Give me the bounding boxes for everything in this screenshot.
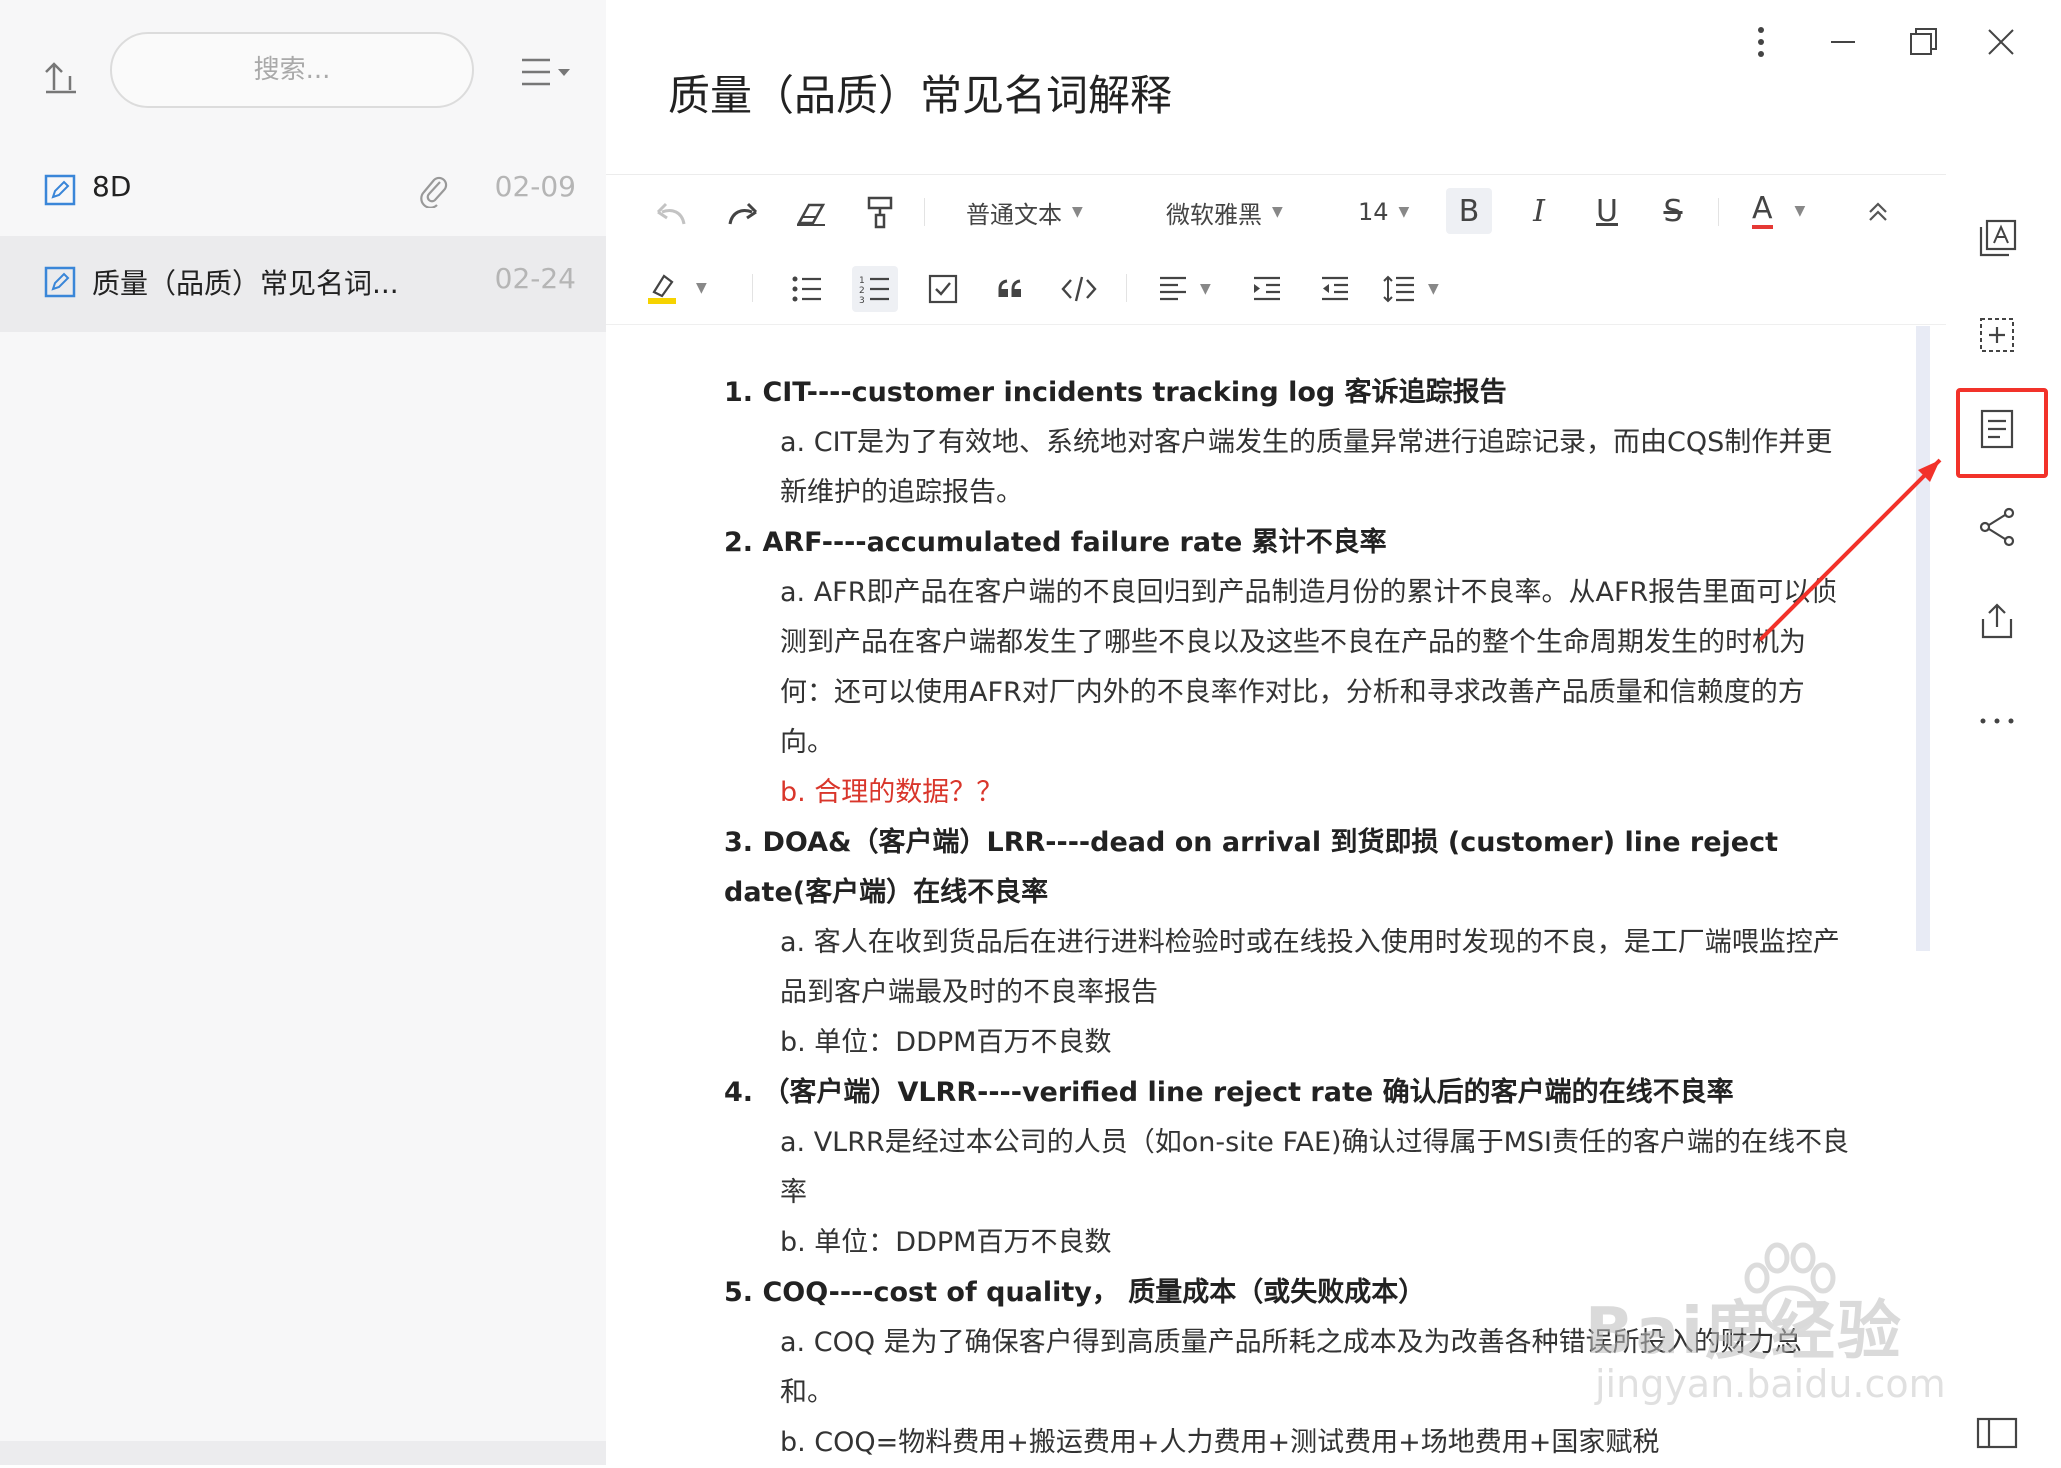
note-edit-icon (44, 266, 76, 298)
toolbar-separator (1718, 198, 1719, 226)
align-select[interactable]: ▼ (1158, 266, 1211, 312)
window-controls (1741, 14, 2061, 68)
bold-button[interactable]: B (1446, 188, 1492, 234)
chevron-down-icon: ▼ (1794, 203, 1806, 219)
content-heading: 4. （客户端）VLRR----verified line reject rat… (724, 1077, 1734, 1108)
chevron-down-icon: ▼ (1072, 204, 1083, 220)
bullet-list-icon[interactable] (784, 266, 830, 312)
toggle-sidebar-icon[interactable] (1975, 1413, 2019, 1457)
sort-menu-icon[interactable] (520, 56, 574, 88)
checklist-icon[interactable] (920, 266, 966, 312)
chevron-down-icon: ▼ (1428, 281, 1439, 297)
content-paragraph: a. 客人在收到货品后在进行进料检验时或在线投入使用时发现的不良，是工厂端喂监控… (780, 927, 1840, 1008)
paragraph-style-select[interactable]: 普通文本 ▼ (966, 190, 1083, 234)
close-icon[interactable] (1981, 22, 2021, 62)
content-heading: 3. DOA&（客户端）LRR----dead on arrival 到货即损 … (724, 827, 1779, 908)
watermark-url: jingyan.baidu.com (1595, 1362, 1946, 1406)
indent-increase-icon[interactable] (1244, 266, 1290, 312)
note-list-item-8d[interactable]: 8D 02-09 (0, 144, 606, 240)
note-date: 02-09 (494, 170, 576, 203)
font-size-value: 14 (1358, 198, 1389, 226)
note-edit-icon (44, 174, 76, 206)
font-size-select[interactable]: 14 ▼ (1358, 190, 1409, 234)
content-paragraph: b. 单位：DDPM百万不良数 (780, 1027, 1112, 1058)
underline-button[interactable]: U (1584, 188, 1630, 234)
chevron-down-icon: ▼ (1200, 281, 1211, 297)
export-icon[interactable] (1975, 599, 2019, 643)
indent-decrease-icon[interactable] (1312, 266, 1358, 312)
line-height-select[interactable]: ▼ (1382, 266, 1439, 312)
chevron-down-icon: ▼ (1272, 204, 1283, 220)
note-date: 02-24 (494, 262, 576, 295)
minimize-icon[interactable] (1823, 22, 1863, 62)
content-paragraph: a. VLRR是经过本公司的人员（如on-site FAE)确认过得属于MSI责… (780, 1127, 1849, 1208)
svg-text:3: 3 (859, 296, 865, 304)
content-heading: 2. ARF----accumulated failure rate 累计不良率 (724, 527, 1387, 558)
content-paragraph: a. CIT是为了有效地、系统地对客户端发生的质量异常进行追踪记录，而由CQS制… (780, 427, 1833, 508)
code-icon[interactable] (1056, 266, 1102, 312)
chevron-down-icon: ▼ (696, 280, 707, 296)
note-title-heading[interactable]: 质量（品质）常见名词解释 (668, 62, 1172, 123)
sidebar-bottom-bar (0, 1441, 606, 1465)
content-paragraph: a. AFR即产品在客户端的不良回归到产品制造月份的累计不良率。从AFR报告里面… (780, 577, 1838, 758)
baidu-jingyan-watermark: Bai度经验 jingyan.baidu.com (1585, 1240, 1965, 1420)
italic-button[interactable]: I (1516, 188, 1562, 234)
note-list-item-quality-terms[interactable]: 质量（品质）常见名词... 02-24 (0, 236, 606, 332)
font-family-select[interactable]: 微软雅黑 ▼ (1166, 190, 1283, 234)
toolbar-separator (1126, 274, 1127, 302)
svg-text:1: 1 (859, 276, 865, 286)
toolbar-divider (606, 324, 1946, 325)
share-icon[interactable] (1975, 505, 2019, 549)
toolbar-separator (924, 198, 925, 226)
strikethrough-button[interactable]: S (1650, 188, 1696, 234)
attachment-icon (418, 170, 448, 209)
redo-icon[interactable] (720, 194, 764, 234)
restore-window-icon[interactable] (1903, 22, 1943, 62)
paragraph-style-value: 普通文本 (966, 200, 1062, 229)
chevron-down-icon: ▼ (1398, 204, 1410, 220)
content-paragraph: b. COQ=物料费用+搬运费用+人力费用+测试费用+场地费用+国家赋税 (780, 1427, 1660, 1458)
collapse-toolbar-icon[interactable] (1860, 194, 1896, 230)
note-list-sidebar: 8D 02-09 质量（品质）常见名词... 02-24 (0, 0, 606, 1465)
highlight-color-button[interactable]: ▼ (646, 266, 707, 310)
insert-block-icon[interactable] (1975, 313, 2019, 357)
font-family-value: 微软雅黑 (1166, 200, 1262, 229)
watermark-brand: Bai度经验 (1585, 1295, 1903, 1369)
more-horizontal-icon[interactable] (1975, 695, 2019, 739)
svg-text:2: 2 (859, 286, 865, 296)
font-settings-icon[interactable] (1975, 217, 2019, 261)
quote-icon[interactable] (988, 266, 1034, 312)
numbered-list-icon[interactable]: 123 (852, 266, 898, 312)
eraser-icon[interactable] (790, 192, 834, 232)
content-paragraph-red: b. 合理的数据？？ (780, 777, 1004, 808)
annotation-arrow (1758, 458, 1942, 642)
toolbar-divider (606, 174, 1946, 175)
toolbar-separator (752, 274, 753, 302)
more-vertical-icon[interactable] (1741, 22, 1781, 62)
format-painter-icon[interactable] (858, 192, 902, 232)
content-heading: 1. CIT----customer incidents tracking lo… (724, 377, 1507, 408)
search-box[interactable] (110, 32, 474, 108)
undo-icon[interactable] (650, 194, 694, 234)
font-color-button[interactable]: A ▼ (1752, 188, 1805, 234)
note-title: 质量（品质）常见名词... (92, 267, 399, 300)
note-title: 8D (92, 170, 132, 203)
back-up-icon[interactable] (40, 52, 84, 96)
search-input[interactable] (190, 54, 394, 86)
